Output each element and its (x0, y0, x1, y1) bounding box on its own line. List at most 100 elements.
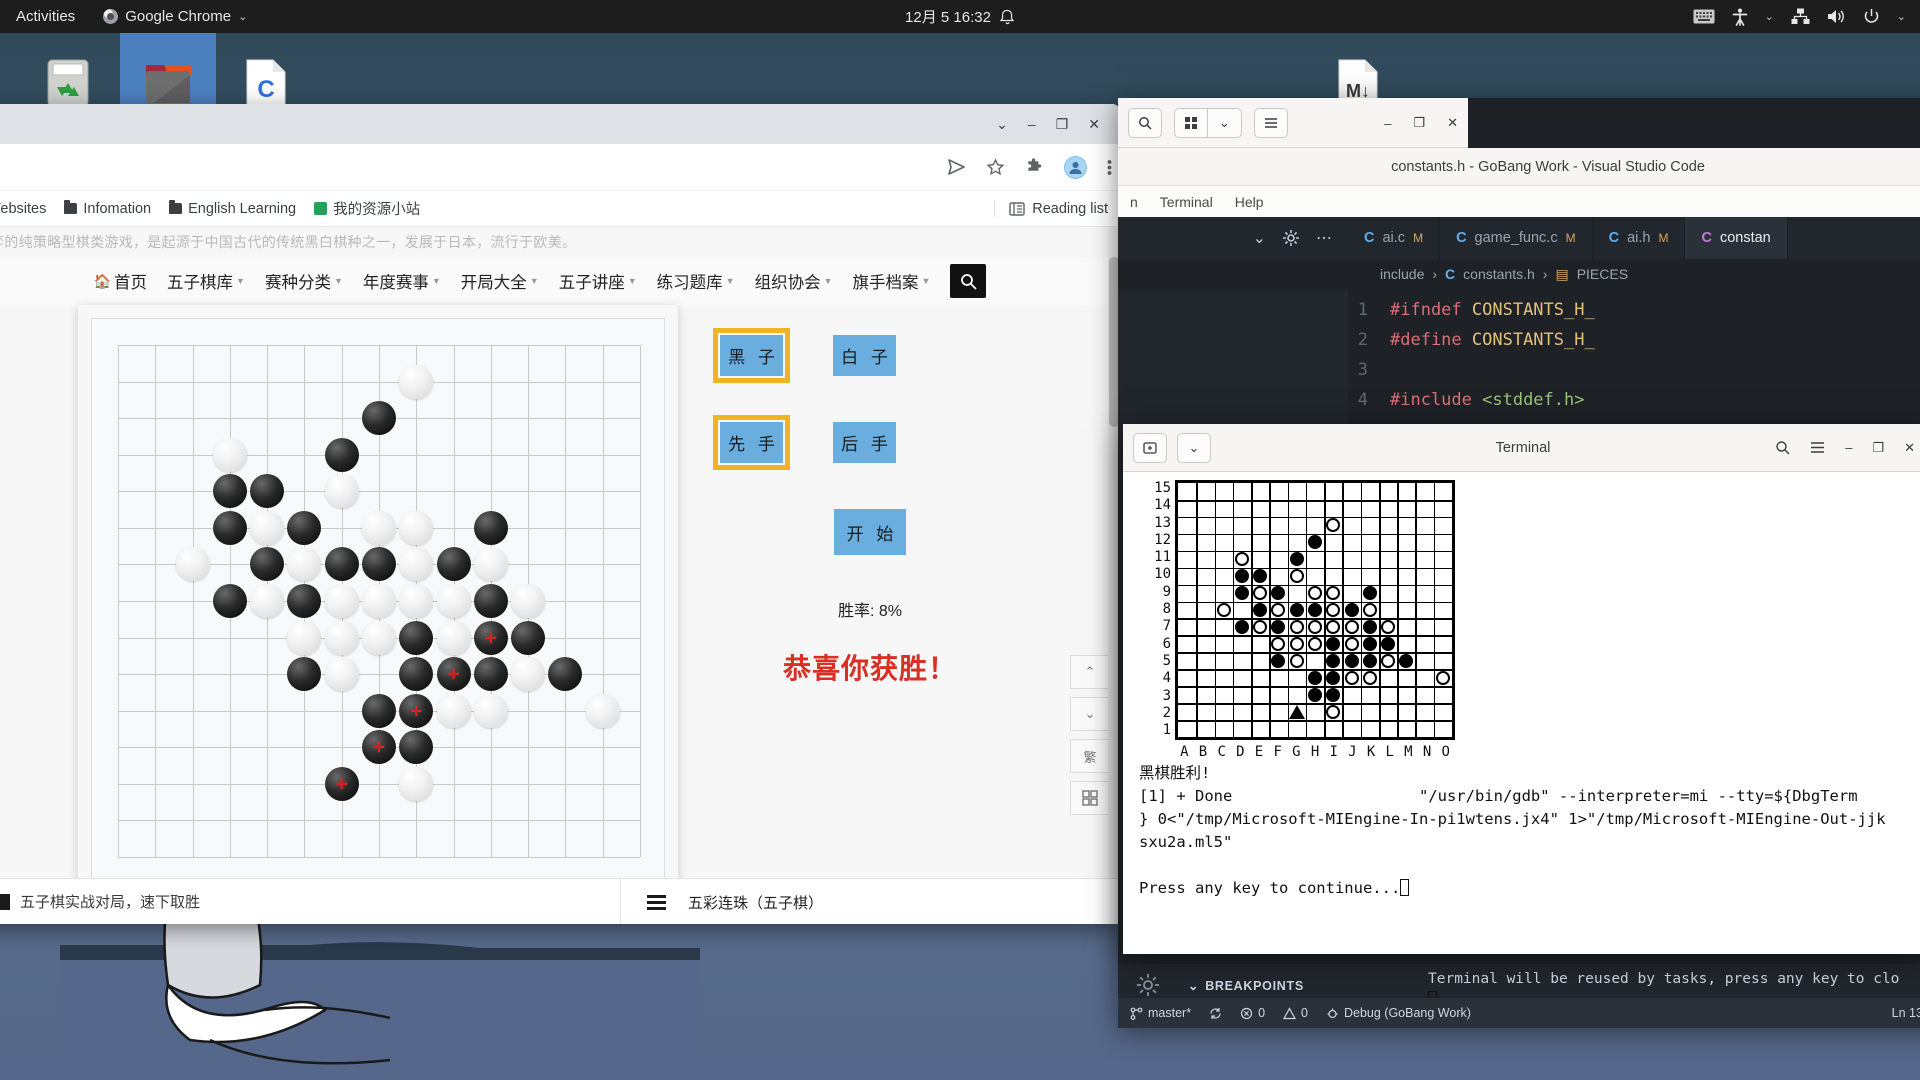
scroll-down-icon[interactable]: ⌄ (1070, 697, 1110, 731)
white-stone[interactable] (324, 474, 359, 509)
white-stone[interactable] (287, 547, 322, 582)
black-stone[interactable] (362, 401, 396, 436)
topbar-clock-area[interactable]: 12月 5 16:32 (905, 6, 1015, 27)
black-stone[interactable] (324, 437, 359, 472)
extensions-icon[interactable] (1025, 157, 1044, 177)
more-icon[interactable]: ⋯ (1316, 228, 1332, 248)
black-stone[interactable] (287, 510, 322, 545)
white-stone[interactable] (287, 620, 322, 655)
black-stone[interactable] (473, 584, 508, 618)
search-icon[interactable] (1128, 107, 1162, 138)
white-stone[interactable] (250, 510, 285, 545)
bookmark-my-resource-site[interactable]: 我的资源小站 (314, 198, 420, 219)
black-stone[interactable] (399, 730, 434, 765)
chevron-down-icon[interactable]: ⌄ (1765, 10, 1774, 23)
white-stone[interactable] (362, 510, 396, 545)
gomoku-board[interactable]: ✛ ✛ ✛ ✛ ✛ (91, 318, 665, 882)
chevron-down-icon[interactable]: ⌄ (1253, 228, 1266, 248)
chevron-down-icon[interactable]: ⌄ (1177, 432, 1211, 463)
minimize-button[interactable]: – (1028, 116, 1036, 132)
black-stone[interactable] (287, 657, 322, 692)
tab-ai-c[interactable]: Cai.c M (1348, 217, 1441, 259)
bookmark-english-learning[interactable]: English Learning (169, 200, 296, 217)
bookmark-star-icon[interactable] (986, 157, 1005, 177)
black-stone[interactable] (399, 657, 434, 692)
text-icon[interactable]: 繁 (1070, 739, 1110, 773)
maximize-button[interactable]: ❐ (1056, 116, 1069, 133)
reading-list-button[interactable]: Reading list (994, 200, 1108, 217)
hamburger-menu-icon[interactable] (1254, 107, 1288, 138)
bookmark-websites[interactable]: Websites (0, 201, 46, 217)
white-stone[interactable] (436, 620, 471, 655)
white-stone[interactable] (436, 693, 471, 728)
nav-item-8[interactable]: 旗手档案 ▼ (852, 269, 930, 293)
black-stone[interactable] (399, 620, 434, 655)
black-stone[interactable] (250, 547, 285, 582)
status-branch[interactable]: master* (1130, 1006, 1191, 1020)
black-stone[interactable] (436, 547, 471, 582)
white-stone[interactable] (399, 510, 434, 545)
hamburger-menu-icon[interactable] (1810, 441, 1825, 454)
black-stone[interactable] (511, 620, 546, 655)
white-stone[interactable] (324, 584, 359, 618)
white-stone[interactable] (399, 547, 434, 582)
power-icon[interactable] (1863, 8, 1880, 25)
white-stone[interactable] (399, 364, 434, 399)
black-stone[interactable] (250, 474, 285, 509)
gear-icon[interactable] (1282, 229, 1300, 247)
search-icon[interactable] (1775, 440, 1790, 455)
breadcrumb-folder[interactable]: include (1380, 266, 1424, 282)
grid-view-icon[interactable] (1174, 107, 1208, 138)
white-stone[interactable] (324, 657, 359, 692)
share-icon[interactable] (947, 158, 966, 177)
nav-item-1[interactable]: 五子棋库 ▼ (167, 269, 245, 293)
tab-game-func-c[interactable]: Cgame_func.c M (1440, 217, 1593, 259)
nav-item-home[interactable]: 🏠 首页 (94, 269, 147, 293)
white-stone[interactable] (362, 620, 396, 655)
white-stone[interactable] (250, 584, 285, 618)
black-stone[interactable]: ✛ (362, 730, 396, 765)
nav-item-5[interactable]: 五子讲座 ▼ (559, 269, 637, 293)
white-stone[interactable] (436, 584, 471, 618)
menu-item-0[interactable]: n (1130, 194, 1138, 210)
nav-item-3[interactable]: 年度赛事 ▼ (363, 269, 441, 293)
hamburger-menu-icon[interactable] (647, 894, 666, 910)
nav-item-4[interactable]: 开局大全 ▼ (461, 269, 539, 293)
black-piece-button[interactable]: 黑 子 (713, 328, 790, 383)
white-stone[interactable] (585, 693, 620, 728)
white-stone[interactable] (324, 620, 359, 655)
black-stone[interactable] (212, 510, 247, 545)
tab-constants-h[interactable]: Cconstan (1685, 217, 1788, 259)
black-stone[interactable] (212, 474, 247, 509)
bookmark-infomation[interactable]: Infomation (64, 200, 151, 217)
black-stone[interactable] (324, 547, 359, 582)
white-stone[interactable] (473, 547, 508, 582)
status-warnings[interactable]: 0 (1283, 1006, 1308, 1020)
black-stone[interactable] (548, 657, 583, 692)
white-stone[interactable] (511, 657, 546, 692)
network-icon[interactable] (1791, 8, 1810, 25)
close-button[interactable]: ✕ (1904, 440, 1915, 456)
maximize-button[interactable]: ❐ (1413, 115, 1425, 131)
black-stone[interactable] (287, 584, 322, 618)
black-stone[interactable]: ✛ (473, 620, 508, 655)
start-button[interactable]: 开 始 (834, 509, 906, 555)
black-stone[interactable]: ✛ (436, 657, 471, 692)
minimize-button[interactable]: – (1384, 116, 1391, 131)
page-bottom-left[interactable]: 五子棋实战对局，速下取胜 (0, 891, 200, 912)
black-stone[interactable]: ✛ (324, 766, 359, 801)
chevron-down-icon[interactable]: ⌄ (1897, 10, 1906, 23)
new-terminal-icon[interactable] (1133, 432, 1167, 463)
more-menu-icon[interactable] (1107, 158, 1112, 177)
breadcrumb-file[interactable]: constants.h (1463, 266, 1535, 282)
white-stone[interactable] (399, 584, 434, 618)
volume-icon[interactable] (1827, 8, 1846, 25)
maximize-button[interactable]: ❐ (1872, 440, 1884, 456)
terminal-body[interactable]: 15 14 13 12 11 10 9 8 7 6 5 4 3 2 1 ABCDEFGHIJKLMNO 黑棋… (1123, 472, 1920, 954)
close-button[interactable]: ✕ (1447, 115, 1458, 131)
scroll-up-icon[interactable]: ⌃ (1070, 655, 1110, 689)
app-menu-chrome[interactable]: Google Chrome ⌄ (103, 8, 247, 25)
black-stone[interactable] (362, 547, 396, 582)
nav-item-6[interactable]: 练习题库 ▼ (657, 269, 735, 293)
nav-item-7[interactable]: 组织协会 ▼ (755, 269, 833, 293)
